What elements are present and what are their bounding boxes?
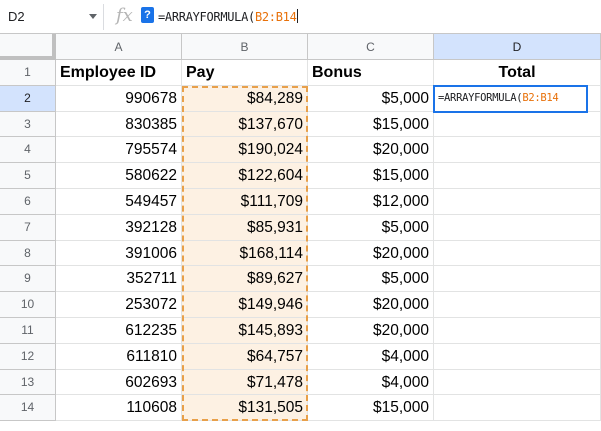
row-header[interactable]: 5: [0, 163, 56, 189]
cell-pay[interactable]: $137,670: [182, 111, 308, 138]
cell-pay[interactable]: $122,604: [182, 163, 308, 189]
cell-id[interactable]: 602693: [56, 369, 182, 396]
header-cell-total[interactable]: Total: [434, 60, 601, 86]
cell-id[interactable]: 830385: [56, 111, 182, 138]
cell-bonus[interactable]: $20,000: [308, 137, 434, 164]
row-header[interactable]: 6: [0, 189, 56, 215]
row-header[interactable]: 9: [0, 266, 56, 293]
cell-id[interactable]: 392128: [56, 214, 182, 241]
cell-bonus[interactable]: $15,000: [308, 111, 434, 138]
cell-pay[interactable]: $168,114: [182, 240, 308, 267]
cell-bonus[interactable]: $20,000: [308, 292, 434, 318]
formula-prefix: =ARRAYFORMULA(: [158, 10, 255, 24]
cell-id[interactable]: 580622: [56, 163, 182, 189]
cell-bonus[interactable]: $5,000: [308, 214, 434, 241]
cell-total[interactable]: [434, 111, 601, 138]
cell-pay[interactable]: $190,024: [182, 137, 308, 164]
row-header[interactable]: 3: [0, 111, 56, 138]
column-header-a[interactable]: A: [56, 34, 182, 60]
row-header[interactable]: 8: [0, 240, 56, 267]
row-header[interactable]: 2: [0, 85, 56, 112]
cell-bonus[interactable]: $20,000: [308, 240, 434, 267]
cell-total[interactable]: [434, 343, 601, 370]
cell-pay[interactable]: $145,893: [182, 318, 308, 344]
formula-help-icon[interactable]: ?: [141, 7, 154, 23]
cell-bonus[interactable]: $20,000: [308, 318, 434, 344]
cell-id[interactable]: 549457: [56, 189, 182, 215]
cell-bonus[interactable]: $4,000: [308, 343, 434, 370]
cell-bonus[interactable]: $4,000: [308, 369, 434, 396]
cell-pay[interactable]: $89,627: [182, 266, 308, 293]
column-header-b[interactable]: B: [182, 34, 308, 60]
cell-id[interactable]: 795574: [56, 137, 182, 164]
name-box[interactable]: D2: [0, 4, 104, 30]
cell-id[interactable]: 253072: [56, 292, 182, 318]
cell-id[interactable]: 110608: [56, 395, 182, 422]
row-header[interactable]: 10: [0, 292, 56, 318]
row-header[interactable]: 14: [0, 395, 56, 422]
cell-bonus[interactable]: $15,000: [308, 395, 434, 422]
column-header-d[interactable]: D: [434, 34, 601, 60]
text-cursor: [296, 9, 298, 23]
formula-bar: D2 fx ? =ARRAYFORMULA(B2:B14: [0, 0, 601, 34]
cell-total[interactable]: [434, 189, 601, 215]
cell-id[interactable]: 352711: [56, 266, 182, 293]
name-box-value: D2: [8, 9, 25, 24]
formula-range: B2:B14: [254, 10, 297, 24]
active-cell-editor[interactable]: =ARRAYFORMULA(B2:B14: [433, 84, 588, 113]
cell-total[interactable]: [434, 292, 601, 318]
cell-total[interactable]: [434, 395, 601, 422]
cell-bonus[interactable]: $5,000: [308, 266, 434, 293]
cell-pay[interactable]: $149,946: [182, 292, 308, 318]
cell-total[interactable]: [434, 214, 601, 241]
cell-bonus[interactable]: $5,000: [308, 85, 434, 112]
cell-total[interactable]: [434, 240, 601, 267]
select-all-corner[interactable]: [0, 34, 56, 60]
header-cell-employee-id[interactable]: Employee ID: [56, 60, 182, 86]
cell-id[interactable]: 990678: [56, 85, 182, 112]
cell-total[interactable]: [434, 163, 601, 189]
cell-total[interactable]: [434, 369, 601, 396]
editor-formula-range: B2:B14: [522, 91, 559, 104]
editor-formula-prefix: =ARRAYFORMULA(: [438, 91, 523, 104]
column-header-c[interactable]: C: [308, 34, 434, 60]
cell-pay[interactable]: $131,505: [182, 395, 308, 422]
cell-id[interactable]: 612235: [56, 318, 182, 344]
row-header[interactable]: 11: [0, 318, 56, 344]
cell-pay[interactable]: $64,757: [182, 343, 308, 370]
cell-total[interactable]: [434, 318, 601, 344]
formula-input[interactable]: =ARRAYFORMULA(B2:B14: [158, 9, 298, 24]
header-cell-bonus[interactable]: Bonus: [308, 60, 434, 86]
cell-bonus[interactable]: $15,000: [308, 163, 434, 189]
row-header[interactable]: 1: [0, 60, 56, 86]
fx-icon: fx: [116, 5, 133, 26]
cell-total[interactable]: [434, 266, 601, 293]
row-header[interactable]: 13: [0, 369, 56, 396]
cell-id[interactable]: 391006: [56, 240, 182, 267]
header-cell-pay[interactable]: Pay: [182, 60, 308, 86]
row-header[interactable]: 4: [0, 137, 56, 164]
cell-total[interactable]: [434, 137, 601, 164]
cell-id[interactable]: 611810: [56, 343, 182, 370]
cell-pay[interactable]: $71,478: [182, 369, 308, 396]
cell-pay[interactable]: $111,709: [182, 189, 308, 215]
row-header[interactable]: 12: [0, 343, 56, 370]
cell-bonus[interactable]: $12,000: [308, 189, 434, 215]
row-header[interactable]: 7: [0, 214, 56, 241]
cell-pay[interactable]: $84,289: [182, 85, 308, 112]
cell-pay[interactable]: $85,931: [182, 214, 308, 241]
chevron-down-icon[interactable]: [89, 14, 97, 19]
